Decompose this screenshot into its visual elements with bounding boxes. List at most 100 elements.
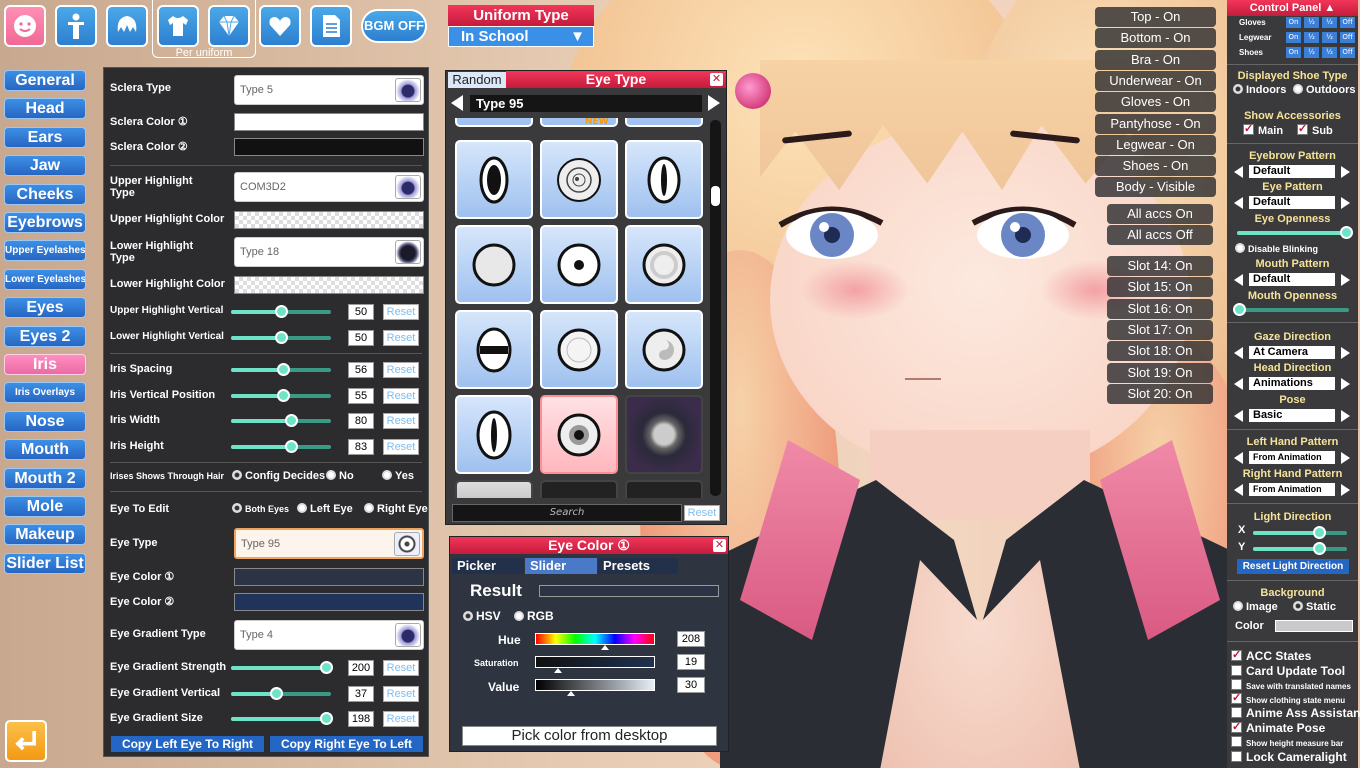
saturation-value[interactable]: 19 [677,654,705,670]
eye-gradient-type-select[interactable]: Type 4 [234,620,424,650]
gaze-direction-value[interactable]: At Camera [1249,346,1335,359]
right-hand-pattern-value[interactable]: From Animation [1249,483,1335,496]
body-icon[interactable] [55,5,97,47]
slot-button[interactable]: Slot 14: On [1107,256,1213,276]
eye-type-option[interactable] [455,140,533,219]
eye-gradient-strength-slider[interactable] [231,661,333,674]
head-direction-value[interactable]: Animations [1249,377,1335,390]
eye-type-option[interactable] [540,140,618,219]
hair-icon[interactable] [106,5,148,47]
state-button-underwear[interactable]: Underwear - On [1095,70,1216,91]
saturation-slider[interactable] [535,656,655,668]
cp-state-button[interactable]: ½ [1322,17,1337,28]
eye-gradient-strength-reset-button[interactable]: Reset [383,660,419,676]
left-hand-pattern-value[interactable]: From Animation [1249,451,1335,464]
gaze-prev-arrow-icon[interactable] [1234,347,1243,359]
cp-state-button[interactable]: On [1286,32,1301,43]
cp-state-button[interactable]: ½ [1322,47,1337,58]
document-icon[interactable] [310,5,352,47]
random-button[interactable]: Random [448,72,506,88]
iris-spacing-value[interactable]: 56 [348,362,374,378]
acc-states-checkbox[interactable]: ACC States [1231,648,1311,663]
irises-config-decides-radio[interactable]: Config Decides [232,470,325,482]
cp-state-button[interactable]: Off [1340,32,1355,43]
cp-state-button[interactable]: ½ [1304,32,1319,43]
background-color-swatch[interactable] [1275,620,1353,632]
iris-spacing-reset-button[interactable]: Reset [383,362,419,378]
cp-state-button[interactable]: ½ [1322,32,1337,43]
eye-type-select[interactable]: Type 95 [234,528,424,559]
iris-vertical-position-value[interactable]: 55 [348,387,374,404]
eye-gradient-vertical-value[interactable]: 37 [348,685,374,702]
state-button-shoes[interactable]: Shoes - On [1095,156,1216,177]
slot-button[interactable]: Slot 20: On [1107,383,1213,404]
eye-pattern-prev-arrow-icon[interactable] [1234,197,1243,209]
light-y-slider[interactable] [1253,542,1347,555]
right-hand-prev-arrow-icon[interactable] [1234,484,1243,496]
scrollbar-thumb[interactable] [711,186,720,206]
eye-type-option[interactable] [625,225,703,304]
cp-state-button[interactable]: Off [1340,17,1355,28]
eye-gradient-vertical-reset-button[interactable]: Reset [383,685,419,702]
eye-type-option[interactable] [540,225,618,304]
eye-gradient-size-value[interactable]: 198 [348,711,374,728]
nav-eyes[interactable]: Eyes [4,297,86,319]
nav-makeup[interactable]: Makeup [4,524,86,546]
state-button-top[interactable]: Top - On [1095,7,1216,27]
bgm-toggle-button[interactable]: BGM OFF [361,9,427,43]
state-button-gloves[interactable]: Gloves - On [1095,92,1216,113]
cp-state-button[interactable]: On [1286,17,1301,28]
tab-picker[interactable]: Picker [452,558,524,574]
left-hand-prev-arrow-icon[interactable] [1234,452,1243,464]
eye-type-option-selected[interactable] [540,395,618,474]
slot-button[interactable]: Slot 15: On [1107,277,1213,298]
eye-pattern-next-arrow-icon[interactable] [1341,197,1350,209]
nav-nose[interactable]: Nose [4,410,86,432]
eye-type-option[interactable] [625,395,703,474]
iris-width-slider[interactable] [231,414,331,428]
cp-state-button[interactable]: On [1286,47,1301,58]
save-with-translated-names-checkbox[interactable]: Save with translated names [1231,679,1351,691]
nav-slider-list[interactable]: Slider List [4,552,86,574]
eye-pattern-value[interactable]: Default [1249,196,1335,209]
anime-ass-assistant-checkbox[interactable]: Anime Ass Assistant [1231,706,1360,720]
upper-highlight-type-select[interactable]: COM3D2 [234,172,424,202]
show-clothing-state-menu-checkbox[interactable]: Show clothing state menu [1231,691,1345,705]
upper-highlight-vertical-reset-button[interactable]: Reset [383,304,419,320]
light-x-slider[interactable] [1253,526,1347,539]
right-eye-radio[interactable]: Right Eye [364,503,428,515]
cp-state-button[interactable]: ½ [1304,47,1319,58]
mouth-pattern-value[interactable]: Default [1249,273,1335,286]
nav-jaw[interactable]: Jaw [4,155,86,177]
face-icon[interactable] [4,5,46,47]
eye-type-option[interactable] [455,310,533,389]
slot-button[interactable]: Slot 16: On [1107,298,1213,319]
mouth-pattern-prev-arrow-icon[interactable] [1234,274,1243,286]
tab-slider[interactable]: Slider [525,558,597,574]
state-button-legwear[interactable]: Legwear - On [1095,134,1216,155]
nav-head[interactable]: Head [4,98,86,120]
state-button-bra[interactable]: Bra - On [1095,49,1216,70]
hue-slider[interactable] [535,633,655,645]
nav-mouth[interactable]: Mouth [4,439,86,461]
left-hand-next-arrow-icon[interactable] [1341,452,1350,464]
disable-blinking-checkbox[interactable]: Disable Blinking [1235,243,1318,254]
slot-button[interactable]: Slot 18: On [1107,341,1213,362]
all-accs-on-button[interactable]: All accs On [1107,204,1213,224]
eye-color-1-swatch[interactable] [234,568,424,586]
slot-button[interactable]: Slot 19: On [1107,362,1213,383]
left-eye-radio[interactable]: Left Eye [297,503,353,515]
control-panel-title[interactable]: Control Panel ▲ [1227,0,1358,16]
iris-vertical-position-reset-button[interactable]: Reset [383,387,419,404]
eye-type-option[interactable] [625,310,703,389]
irises-yes-radio[interactable]: Yes [382,470,414,482]
card-update-tool-checkbox[interactable]: Card Update Tool [1231,664,1345,678]
cp-state-button[interactable]: Off [1340,47,1355,58]
close-icon[interactable]: ✕ [713,539,726,552]
copy-left-eye-to-right-button[interactable]: Copy Left Eye To Right [111,736,264,752]
nav-mouth-2[interactable]: Mouth 2 [4,467,86,489]
nav-eyebrows[interactable]: Eyebrows [4,212,86,233]
iris-spacing-slider[interactable] [231,363,331,376]
next-arrow-icon[interactable] [708,95,720,111]
back-button[interactable] [5,720,47,762]
